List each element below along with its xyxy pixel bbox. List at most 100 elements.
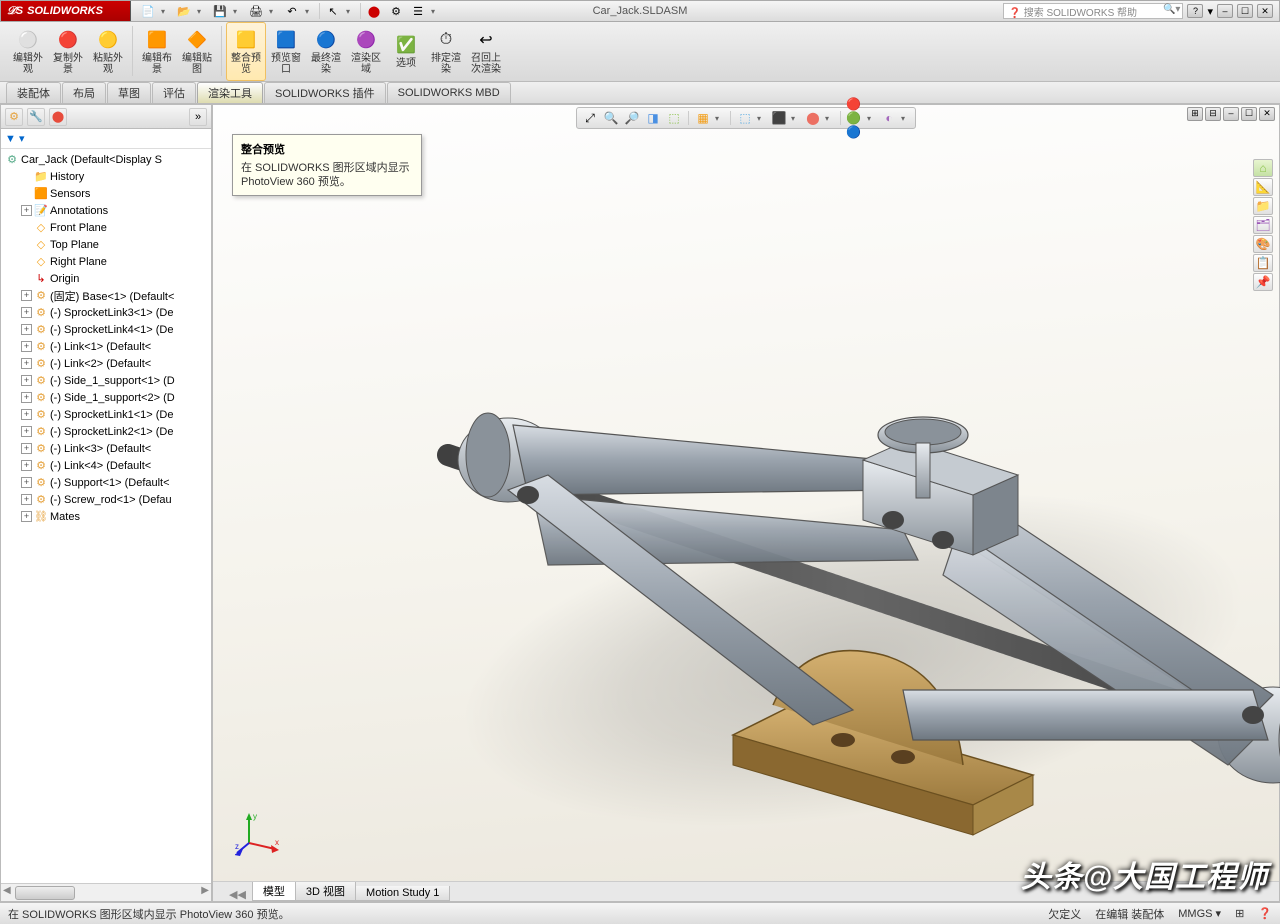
ribbon-paste-appearance[interactable]: 🟡粘贴外 观 — [88, 22, 128, 81]
dropdown-icon[interactable]: ▾ — [197, 7, 207, 16]
ribbon-edit-appearance[interactable]: ⚪编辑外 观 — [8, 22, 48, 81]
undo-icon[interactable]: ↶ — [283, 2, 301, 20]
dropdown-icon[interactable]: ▾ — [346, 7, 356, 16]
display-style-icon[interactable]: ▦ — [694, 109, 712, 127]
tree-node[interactable]: +⚙(-) Link<4> (Default< — [3, 457, 209, 474]
tab-3dview[interactable]: 3D 视图 — [295, 882, 356, 901]
vp-maximize-button[interactable]: ☐ — [1241, 107, 1257, 121]
expand-icon[interactable]: + — [21, 511, 32, 522]
help-icon[interactable]: ? — [1187, 4, 1203, 18]
tree-node[interactable]: ◇Top Plane — [3, 236, 209, 253]
help-search-input[interactable]: ❓ 搜索 SOLIDWORKS 帮助 🔍▾ — [1003, 3, 1183, 19]
tab-layout[interactable]: 布局 — [62, 82, 106, 103]
tree-node[interactable]: +⚙(-) Side_1_support<1> (D — [3, 372, 209, 389]
expand-icon[interactable]: + — [21, 443, 32, 454]
expand-icon[interactable]: + — [21, 375, 32, 386]
horizontal-scrollbar[interactable]: ◀ ▶ — [1, 883, 211, 901]
expand-icon[interactable]: + — [21, 205, 32, 216]
vp-config2-icon[interactable]: ⊟ — [1205, 107, 1221, 121]
tree-node[interactable]: +⚙(-) SprocketLink1<1> (De — [3, 406, 209, 423]
tab-scroll-left-icon[interactable]: ◀◀ — [229, 888, 246, 901]
vp-config-icon[interactable]: ⊞ — [1187, 107, 1203, 121]
open-icon[interactable]: 📂 — [175, 2, 193, 20]
rebuild-icon[interactable]: ⬤ — [365, 2, 383, 20]
filter-bar[interactable]: ▼ ▾ — [1, 129, 211, 149]
maximize-button[interactable]: ☐ — [1237, 4, 1253, 18]
tree-node[interactable]: +⚙(-) Support<1> (Default< — [3, 474, 209, 491]
expand-icon[interactable]: + — [21, 358, 32, 369]
expand-icon[interactable]: + — [21, 477, 32, 488]
tab-sw-plugins[interactable]: SOLIDWORKS 插件 — [264, 82, 386, 103]
tree-node[interactable]: +⚙(-) Screw_rod<1> (Defau — [3, 491, 209, 508]
close-button[interactable]: ✕ — [1257, 4, 1273, 18]
tree-node[interactable]: +⚙(-) Link<2> (Default< — [3, 355, 209, 372]
expand-icon[interactable]: + — [21, 460, 32, 471]
expand-icon[interactable]: + — [21, 324, 32, 335]
tab-assembly[interactable]: 装配体 — [6, 82, 61, 103]
dropdown-icon[interactable]: ▾ — [305, 7, 315, 16]
tree-node[interactable]: +⚙(固定) Base<1> (Default< — [3, 287, 209, 304]
tree-node[interactable]: +⚙(-) Link<3> (Default< — [3, 440, 209, 457]
tree-node[interactable]: ◇Front Plane — [3, 219, 209, 236]
ribbon-preview-window[interactable]: 🟦预览窗 口 — [266, 22, 306, 81]
tree-root[interactable]: ⚙ Car_Jack (Default<Display S — [3, 151, 209, 168]
ribbon-schedule-render[interactable]: ⏱排定渲 染 — [426, 22, 466, 81]
tab-evaluate[interactable]: 评估 — [152, 82, 196, 103]
scroll-thumb[interactable] — [15, 886, 75, 900]
expand-icon[interactable]: + — [21, 409, 32, 420]
new-doc-icon[interactable]: 📄 — [139, 2, 157, 20]
tab-motion-study[interactable]: Motion Study 1 — [355, 886, 450, 901]
select-icon[interactable]: ↖ — [324, 2, 342, 20]
tree-node[interactable]: +⛓Mates — [3, 508, 209, 525]
configs-icon[interactable]: 🔧 — [27, 108, 45, 126]
scene-icon[interactable]: ◐ — [880, 109, 898, 127]
shadow-icon[interactable]: ⬤ — [804, 109, 822, 127]
display-icon[interactable]: ⬤ — [49, 108, 67, 126]
view-orient-icon[interactable]: ⬚ — [665, 109, 683, 127]
design-lib-icon[interactable]: 📐 — [1253, 178, 1273, 196]
assembly-icon[interactable]: ⚙ — [5, 108, 23, 126]
prev-view-icon[interactable]: 🔎 — [623, 109, 641, 127]
home-icon[interactable]: ⌂ — [1253, 159, 1273, 177]
orientation-triad[interactable]: y x z — [235, 809, 283, 857]
tree-node[interactable]: 📁History — [3, 168, 209, 185]
section-icon[interactable]: ◨ — [644, 109, 662, 127]
tab-sw-mbd[interactable]: SOLIDWORKS MBD — [387, 82, 511, 103]
dropdown-icon[interactable]: ▾ — [233, 7, 243, 16]
status-config-icon[interactable]: ⊞ — [1235, 907, 1244, 920]
appearances-icon[interactable]: 🎨 — [1253, 235, 1273, 253]
forum-icon[interactable]: 📌 — [1253, 273, 1273, 291]
ribbon-edit-decal[interactable]: 🔶编辑贴 图 — [177, 22, 217, 81]
tree-node[interactable]: +⚙(-) Side_1_support<2> (D — [3, 389, 209, 406]
tree-node[interactable]: +⚙(-) SprocketLink4<1> (De — [3, 321, 209, 338]
car-jack-model[interactable] — [413, 295, 1280, 855]
ribbon-recall-render[interactable]: ↩召回上 次渲染 — [466, 22, 506, 81]
hidden-lines-icon[interactable]: ⬚ — [736, 109, 754, 127]
appearance-icon[interactable]: 🔴🟢🔵 — [846, 109, 864, 127]
search-icon[interactable]: 🔍▾ — [1163, 4, 1180, 15]
tree-node[interactable]: 🟧Sensors — [3, 185, 209, 202]
tree-node[interactable]: +⚙(-) SprocketLink2<1> (De — [3, 423, 209, 440]
expand-icon[interactable]: + — [21, 341, 32, 352]
tree-node[interactable]: ↳Origin — [3, 270, 209, 287]
dropdown-icon[interactable]: ▾ — [431, 7, 441, 16]
zoom-fit-icon[interactable]: ⤢ — [581, 109, 599, 127]
expand-icon[interactable]: + — [21, 307, 32, 318]
ribbon-render-region[interactable]: 🟣渲染区 域 — [346, 22, 386, 81]
expand-icon[interactable]: + — [21, 426, 32, 437]
status-units[interactable]: MMGS ▾ — [1178, 907, 1221, 920]
view-palette-icon[interactable]: 🗂 — [1253, 216, 1273, 234]
file-explorer-icon[interactable]: 📁 — [1253, 197, 1273, 215]
tab-model[interactable]: 模型 — [252, 882, 296, 901]
ribbon-final-render[interactable]: 🔵最终渲 染 — [306, 22, 346, 81]
ribbon-options[interactable]: ✅选项 — [386, 22, 426, 81]
tab-render-tools[interactable]: 渲染工具 — [197, 82, 263, 103]
ribbon-copy-scene[interactable]: 🔴复制外 景 — [48, 22, 88, 81]
ribbon-integrated-preview[interactable]: 🟨整合预 览 — [226, 22, 266, 81]
expand-icon[interactable]: + — [21, 392, 32, 403]
graphics-viewport[interactable]: ⤢ 🔍 🔎 ◨ ⬚ ▦▾ ⬚▾ ⬛▾ ⬤▾ 🔴🟢🔵▾ ◐▾ ⊞ ⊟ – ☐ ✕ … — [212, 104, 1280, 902]
tree-node[interactable]: +📝Annotations — [3, 202, 209, 219]
dropdown-icon[interactable]: ▾ — [269, 7, 279, 16]
zoom-area-icon[interactable]: 🔍 — [602, 109, 620, 127]
expand-icon[interactable]: » — [189, 108, 207, 126]
